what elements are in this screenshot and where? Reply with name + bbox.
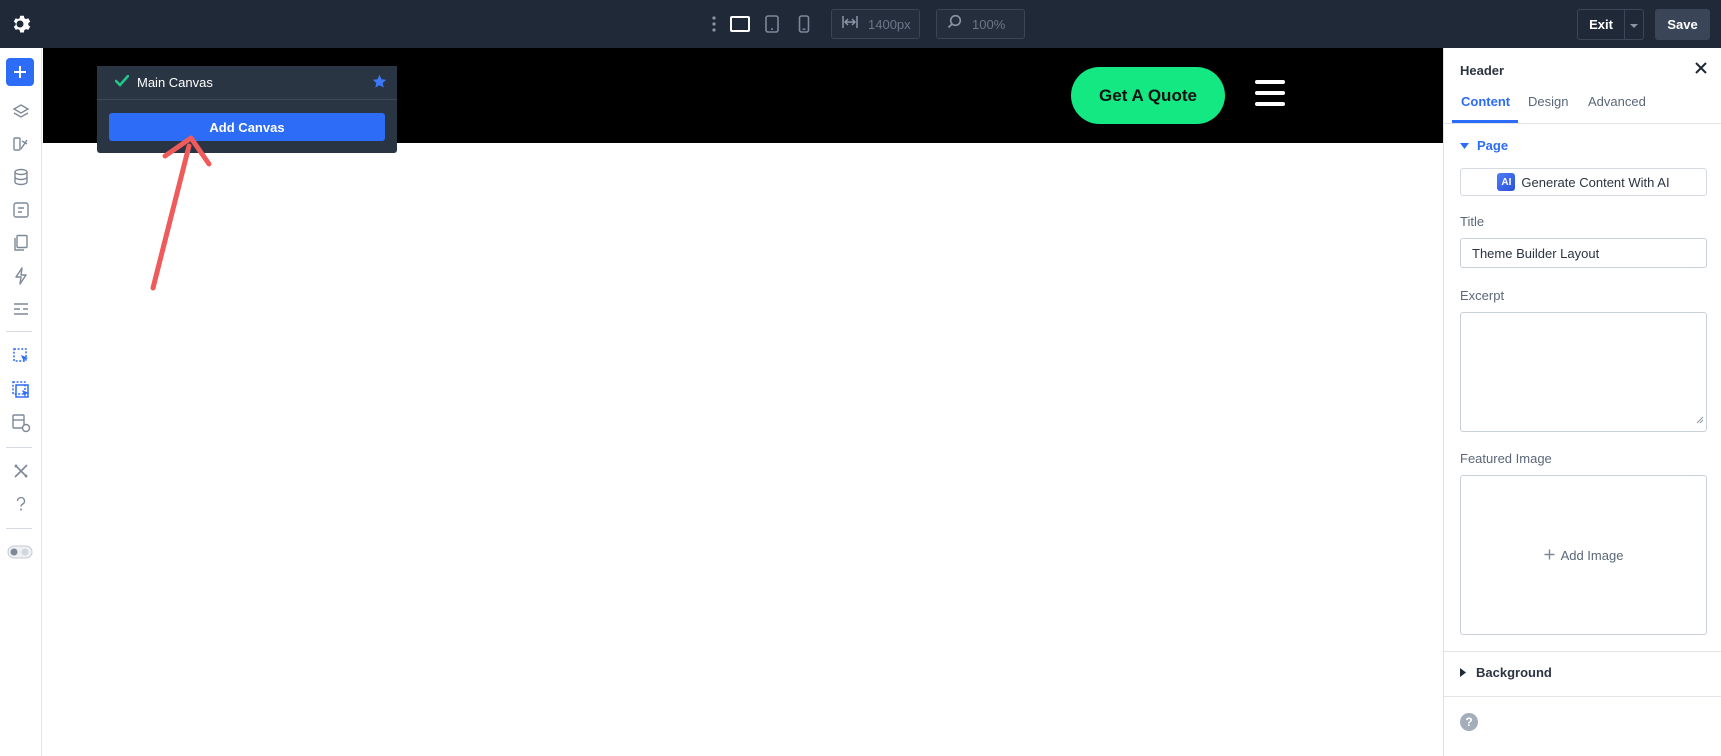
more-vertical-icon[interactable] [708,11,720,37]
resize-grip-icon[interactable] [1695,411,1704,429]
phone-icon[interactable] [792,11,816,37]
chevron-down-icon [1630,16,1638,34]
tab-content[interactable]: Content [1461,94,1510,109]
zoom-value: 100% [972,16,1006,32]
section-background-label: Background [1476,665,1552,680]
add-module-button[interactable] [6,58,34,86]
exit-dropdown[interactable] [1625,10,1643,39]
tools-icon[interactable] [9,459,33,483]
help-circle-icon[interactable]: ? [1460,713,1478,731]
width-value: 1400px [868,16,911,32]
desktop-icon[interactable] [728,11,752,37]
layers-icon[interactable] [9,100,33,124]
device-switcher [708,11,816,37]
featured-image-label: Featured Image [1460,451,1552,466]
section-page-label: Page [1477,138,1509,153]
width-icon [842,15,858,34]
panel-divider [1444,651,1721,652]
canvas-name: Main Canvas [137,75,213,90]
top-toolbar: 1400px 100% Exit Save [0,0,1721,48]
panel-title: Header [1460,63,1505,78]
ai-button-label: Generate Content With AI [1521,174,1670,190]
excerpt-textarea[interactable] [1460,312,1707,432]
add-image-label: Add Image [1560,547,1624,563]
pages-icon[interactable] [9,231,33,255]
save-button[interactable]: Save [1655,9,1710,40]
database-icon[interactable] [9,165,33,189]
presets-icon[interactable] [9,297,33,321]
bolt-icon[interactable] [9,264,33,288]
section-background-toggle[interactable]: Background [1460,665,1552,680]
caret-down-icon [1460,138,1469,153]
generate-content-ai-button[interactable]: AI Generate Content With AI [1460,168,1707,196]
rail-divider [6,528,32,529]
close-icon[interactable] [1693,60,1709,76]
caret-right-icon [1460,665,1466,680]
portability-icon[interactable] [9,198,33,222]
check-icon [114,74,130,92]
get-a-quote-button[interactable]: Get A Quote [1071,67,1225,124]
exit-button[interactable]: Exit [1578,10,1625,39]
exit-group: Exit [1577,9,1644,40]
plus-icon [1544,548,1555,563]
tab-design[interactable]: Design [1528,94,1568,109]
builder-window: 1400px 100% Exit Save Get A Quote Main C… [0,0,1721,756]
width-input[interactable]: 1400px [831,9,920,39]
section-page-toggle[interactable]: Page [1460,138,1508,153]
tab-advanced[interactable]: Advanced [1588,94,1646,109]
canvas-list-icon[interactable] [9,378,33,402]
toggle-icon[interactable] [7,540,33,564]
ai-icon: AI [1497,173,1516,191]
theme-icon[interactable] [9,132,33,156]
left-sidebar [0,48,42,756]
active-tab-indicator [1452,120,1518,123]
rail-divider [6,447,32,448]
star-icon[interactable] [372,74,387,94]
help-icon[interactable] [9,492,33,516]
builder-settings-icon[interactable] [9,411,33,435]
canvas-item-main[interactable]: Main Canvas [97,66,397,100]
title-label: Title [1460,214,1485,229]
panel-divider [1444,696,1721,697]
plus-icon [14,66,26,78]
panel-tabs: Content Design Advanced [1444,86,1721,124]
gear-icon[interactable] [8,12,32,36]
zoom-icon [947,14,962,34]
settings-panel: Header Content Design Advanced Page AI G… [1443,48,1721,756]
zoom-input[interactable]: 100% [936,9,1025,39]
canvas-dropdown: Main Canvas Add Canvas [97,66,397,153]
excerpt-label: Excerpt [1460,288,1505,303]
tablet-icon[interactable] [760,11,784,37]
hamburger-menu-icon[interactable] [1255,80,1285,106]
featured-image-upload[interactable]: Add Image [1460,475,1707,635]
page-canvas-icon[interactable] [9,344,33,368]
title-input[interactable]: Theme Builder Layout [1460,238,1707,268]
annotation-arrow-icon [150,135,212,291]
rail-divider [6,331,32,332]
builder-canvas[interactable]: Get A Quote Main Canvas Add Canvas [43,48,1443,756]
